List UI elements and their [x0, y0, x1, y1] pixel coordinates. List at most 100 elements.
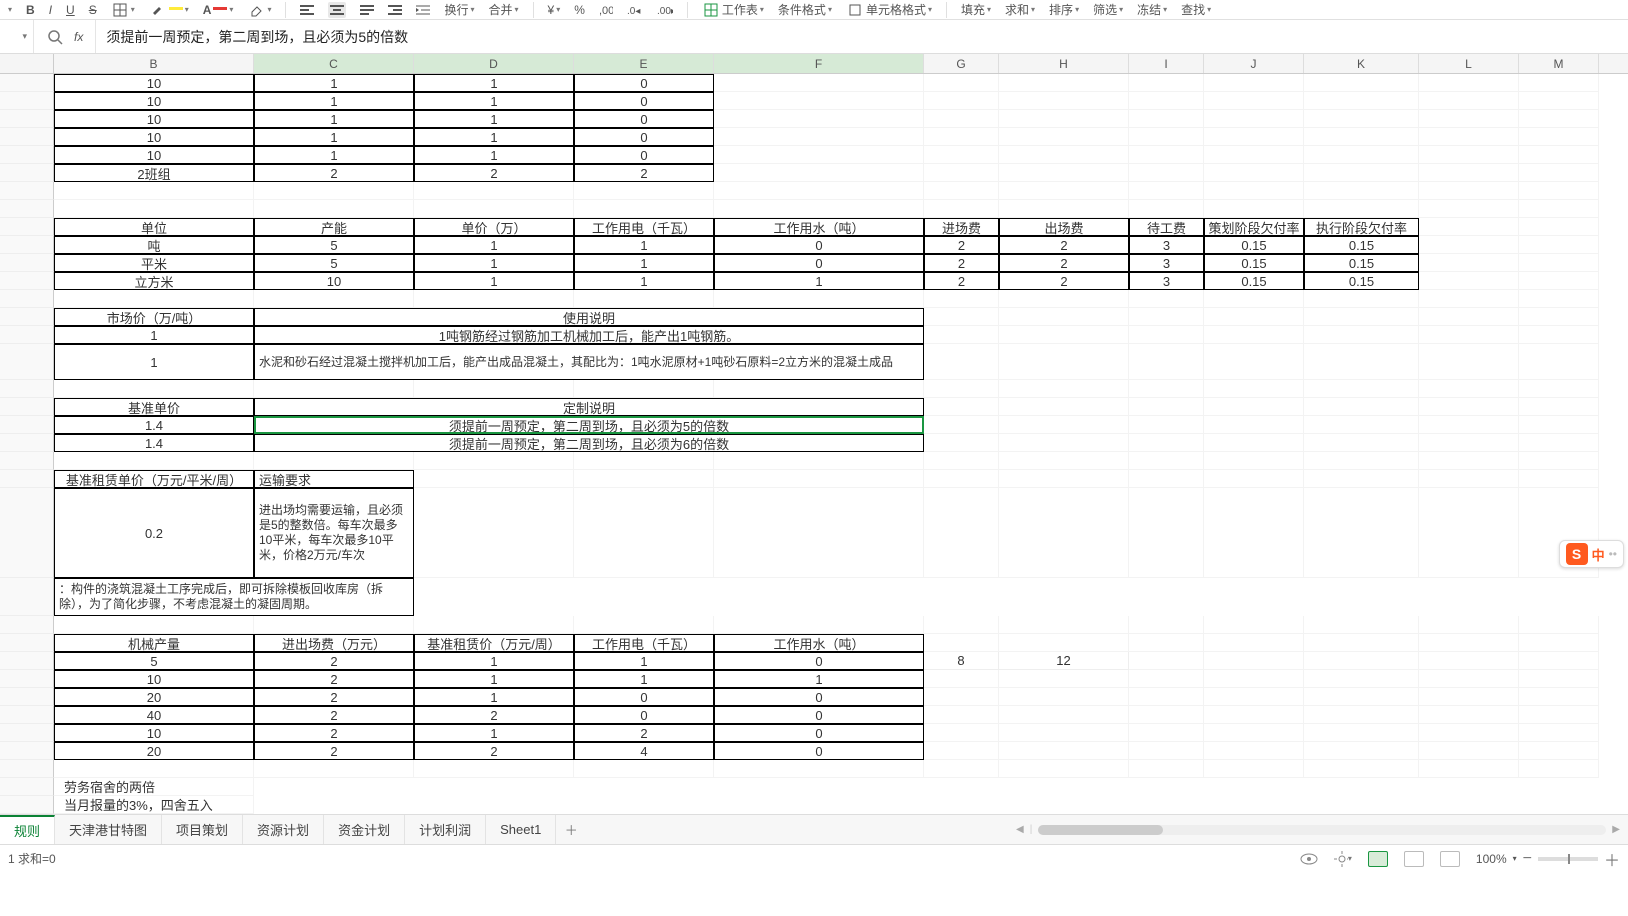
cell[interactable]: [924, 290, 999, 308]
cell[interactable]: [1419, 416, 1519, 434]
cell[interactable]: [1204, 742, 1304, 760]
cell[interactable]: 1: [54, 326, 254, 344]
cell[interactable]: 1: [574, 652, 714, 670]
cell[interactable]: [1519, 380, 1599, 398]
cell[interactable]: 1: [414, 92, 574, 110]
cell[interactable]: [924, 470, 999, 488]
cell[interactable]: [1519, 452, 1599, 470]
cell[interactable]: 策划阶段欠付率: [1204, 218, 1304, 236]
cell[interactable]: 工作用电（千瓦）: [574, 218, 714, 236]
cell[interactable]: [414, 760, 574, 778]
cell[interactable]: [54, 760, 254, 778]
cell[interactable]: [714, 452, 924, 470]
cell[interactable]: 吨: [54, 236, 254, 254]
cell[interactable]: [1204, 326, 1304, 344]
cell[interactable]: [999, 74, 1129, 92]
cell[interactable]: [1304, 688, 1419, 706]
cell[interactable]: 2: [254, 706, 414, 724]
cell[interactable]: [1519, 236, 1599, 254]
cell[interactable]: [1129, 290, 1204, 308]
scrollbar-thumb[interactable]: [1038, 825, 1163, 835]
cell[interactable]: [714, 128, 924, 146]
cell[interactable]: 2: [254, 742, 414, 760]
cell[interactable]: [1129, 326, 1204, 344]
cell[interactable]: 5: [254, 236, 414, 254]
cell[interactable]: [999, 488, 1129, 578]
cell[interactable]: [1204, 200, 1304, 218]
cell[interactable]: 10: [54, 146, 254, 164]
cell[interactable]: 0: [574, 110, 714, 128]
cell[interactable]: 2: [574, 724, 714, 742]
cell[interactable]: [1129, 634, 1204, 652]
cond-format-dropdown[interactable]: 条件格式▾: [778, 1, 832, 18]
find-dropdown[interactable]: 查找▾: [1181, 1, 1211, 18]
col-header-J[interactable]: J: [1204, 54, 1304, 73]
cell[interactable]: [1419, 742, 1519, 760]
cell[interactable]: 2: [414, 706, 574, 724]
cell[interactable]: [924, 634, 999, 652]
cell[interactable]: [924, 452, 999, 470]
cell[interactable]: 0: [714, 652, 924, 670]
cell[interactable]: [1204, 182, 1304, 200]
cell[interactable]: [1304, 416, 1419, 434]
cell[interactable]: [999, 182, 1129, 200]
cell[interactable]: [1204, 110, 1304, 128]
cell[interactable]: [924, 398, 999, 416]
cell[interactable]: 劳务宿舍的两倍: [54, 778, 254, 796]
cell[interactable]: 1: [254, 110, 414, 128]
cell[interactable]: [1129, 706, 1204, 724]
cell[interactable]: 0: [574, 688, 714, 706]
cell[interactable]: [1419, 434, 1519, 452]
cell[interactable]: [714, 182, 924, 200]
cell[interactable]: [1129, 128, 1204, 146]
cell[interactable]: 须提前一周预定，第二周到场，且必须为5的倍数: [254, 416, 924, 434]
cell[interactable]: [999, 344, 1129, 380]
cell[interactable]: 1: [574, 254, 714, 272]
cell[interactable]: [999, 616, 1129, 634]
cell[interactable]: [1129, 670, 1204, 688]
cell[interactable]: 单位: [54, 218, 254, 236]
cell[interactable]: [254, 616, 414, 634]
cell[interactable]: 0: [574, 128, 714, 146]
name-box[interactable]: ▾: [0, 20, 34, 53]
cell[interactable]: [1519, 470, 1599, 488]
cell[interactable]: [924, 200, 999, 218]
col-header-K[interactable]: K: [1304, 54, 1419, 73]
cell[interactable]: [1129, 398, 1204, 416]
cell[interactable]: 3: [1129, 254, 1204, 272]
sheet-area[interactable]: B C D E F G H I J K L M 1011010110101101…: [0, 54, 1628, 814]
cell[interactable]: [1204, 470, 1304, 488]
cell[interactable]: [574, 760, 714, 778]
cell[interactable]: [1519, 688, 1599, 706]
cell[interactable]: [1519, 616, 1599, 634]
cell[interactable]: [1419, 724, 1519, 742]
cell[interactable]: 工作用水（吨）: [714, 634, 924, 652]
cell[interactable]: [1419, 688, 1519, 706]
sort-dropdown[interactable]: 排序▾: [1049, 1, 1079, 18]
cell[interactable]: [1419, 290, 1519, 308]
cell[interactable]: [999, 398, 1129, 416]
cell[interactable]: [1419, 634, 1519, 652]
thousands-button[interactable]: ,00: [599, 4, 613, 16]
cell[interactable]: [1204, 760, 1304, 778]
cell[interactable]: [1419, 670, 1519, 688]
cell[interactable]: [1129, 724, 1204, 742]
cell[interactable]: [1304, 634, 1419, 652]
cell[interactable]: 1: [254, 128, 414, 146]
cell[interactable]: 须提前一周预定，第二周到场，且必须为6的倍数: [254, 434, 924, 452]
cell[interactable]: 待工费: [1129, 218, 1204, 236]
cell[interactable]: [1419, 326, 1519, 344]
cell[interactable]: 0: [714, 688, 924, 706]
cell[interactable]: [1519, 272, 1599, 290]
cell[interactable]: [1304, 92, 1419, 110]
cell[interactable]: [1204, 416, 1304, 434]
cell[interactable]: [1419, 182, 1519, 200]
cell[interactable]: 立方米: [54, 272, 254, 290]
cell[interactable]: 2: [924, 272, 999, 290]
cell[interactable]: 出场费: [999, 218, 1129, 236]
cell[interactable]: 2: [924, 236, 999, 254]
cell[interactable]: [1204, 290, 1304, 308]
cell[interactable]: [54, 182, 254, 200]
percent-button[interactable]: %: [574, 3, 585, 17]
highlight-color-dropdown[interactable]: ▾: [149, 1, 189, 19]
